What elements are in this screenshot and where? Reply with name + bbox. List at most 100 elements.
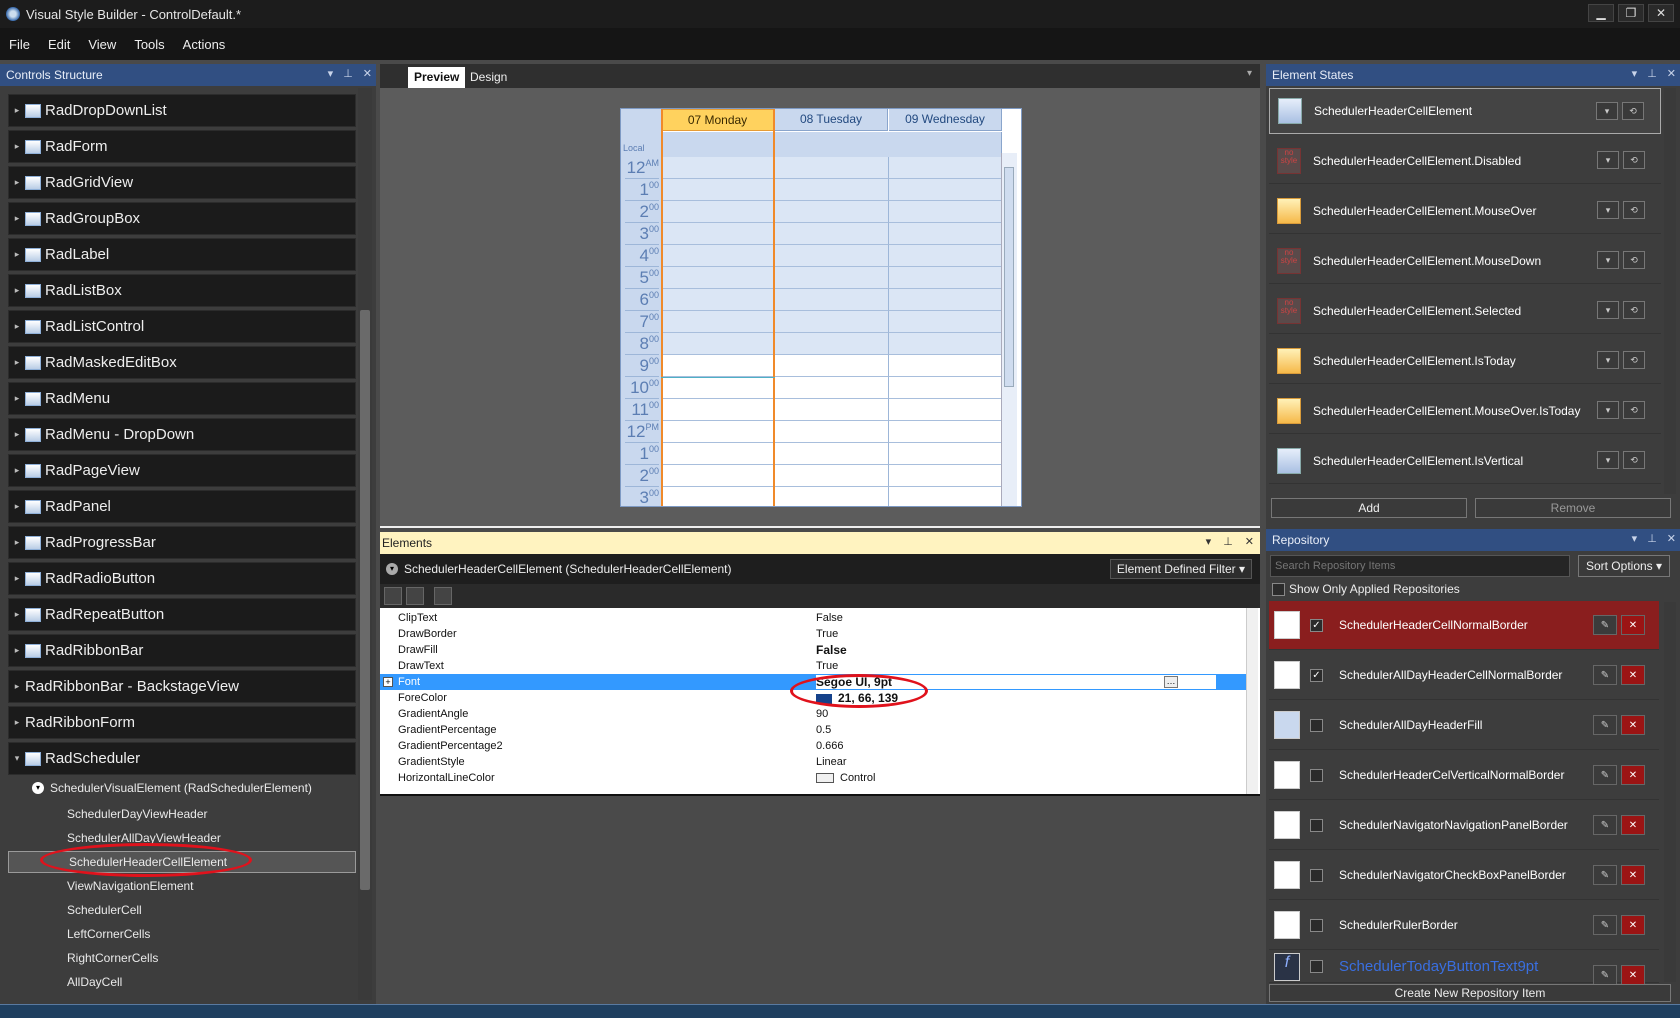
time-slot-cell[interactable]: [889, 355, 1003, 377]
tab-preview[interactable]: Preview: [408, 67, 466, 88]
repository-item[interactable]: SchedulerNavigatorNavigationPanelBorder ✎…: [1269, 801, 1659, 850]
delete-button[interactable]: ✕: [1621, 615, 1645, 635]
expand-icon[interactable]: ▸: [9, 141, 25, 152]
day-header-today[interactable]: 07 Monday: [661, 109, 774, 131]
categorized-icon[interactable]: [384, 587, 402, 605]
control-item[interactable]: ▸ RadListControl: [8, 310, 356, 343]
time-slot-cell[interactable]: [775, 245, 889, 267]
time-slot-cell[interactable]: [889, 157, 1003, 179]
all-day-row[interactable]: [661, 132, 1002, 157]
repository-checkbox[interactable]: ✓: [1310, 618, 1323, 632]
control-item[interactable]: ▸ RadRibbonForm: [8, 706, 356, 739]
time-slot-cell[interactable]: [661, 355, 775, 377]
menu-edit[interactable]: Edit: [45, 35, 73, 54]
collapse-icon[interactable]: ▾: [9, 753, 25, 764]
dropdown-icon[interactable]: ▾: [1206, 535, 1212, 548]
element-state-item[interactable]: SchedulerHeaderCellElement.MouseOver ▾ ⟲: [1269, 188, 1661, 234]
time-slot-cell[interactable]: [889, 487, 1003, 506]
element-state-item[interactable]: SchedulerHeaderCellElement.MouseOver.IsT…: [1269, 388, 1661, 434]
close-button[interactable]: ✕: [1648, 4, 1674, 22]
control-item[interactable]: ▾ RadScheduler: [8, 742, 356, 775]
repository-item[interactable]: ✓ SchedulerHeaderCellNormalBorder ✎ ✕: [1269, 601, 1659, 650]
create-repository-item-button[interactable]: Create New Repository Item: [1269, 984, 1671, 1002]
state-dropdown-button[interactable]: ▾: [1596, 102, 1618, 120]
expand-icon[interactable]: ▸: [9, 249, 25, 260]
property-row[interactable]: GradientAngle 90: [380, 706, 1250, 722]
control-item[interactable]: ▸ RadRibbonBar - BackstageView: [8, 670, 356, 703]
time-slot-cell[interactable]: [661, 267, 775, 289]
element-state-item[interactable]: no style SchedulerHeaderCellElement.Mouse…: [1269, 238, 1661, 284]
expand-icon[interactable]: +: [383, 677, 393, 687]
time-slot-cell[interactable]: [889, 267, 1003, 289]
expand-icon[interactable]: ▸: [9, 429, 25, 440]
add-state-button[interactable]: Add: [1271, 498, 1467, 518]
property-pages-icon[interactable]: [434, 587, 452, 605]
element-state-item[interactable]: SchedulerHeaderCellElement.IsToday ▾ ⟲: [1269, 338, 1661, 384]
time-slot-cell[interactable]: [661, 223, 775, 245]
menu-actions[interactable]: Actions: [180, 35, 229, 54]
time-slot-cell[interactable]: [661, 333, 775, 355]
property-value[interactable]: 90: [816, 708, 828, 720]
time-slot-cell[interactable]: [889, 421, 1003, 443]
time-slot-cell[interactable]: [661, 443, 775, 465]
property-value-cell[interactable]: Linear: [816, 756, 1216, 768]
time-slot-cell[interactable]: [889, 311, 1003, 333]
control-item[interactable]: ▸ RadRadioButton: [8, 562, 356, 595]
state-reset-button[interactable]: ⟲: [1623, 301, 1645, 319]
state-dropdown-button[interactable]: ▾: [1597, 251, 1619, 269]
tree-node[interactable]: RightCornerCells: [67, 951, 158, 965]
repository-checkbox[interactable]: ✓: [1310, 668, 1323, 682]
repository-item[interactable]: SchedulerAllDayHeaderFill ✎ ✕: [1269, 701, 1659, 750]
scheduler-scrollbar[interactable]: [1001, 153, 1017, 506]
pin-icon[interactable]: ⊥: [343, 67, 353, 80]
state-reset-button[interactable]: ⟲: [1623, 151, 1645, 169]
remove-state-button[interactable]: Remove: [1475, 498, 1671, 518]
expand-icon[interactable]: ▸: [9, 501, 25, 512]
time-slot-cell[interactable]: [775, 223, 889, 245]
time-slot-cell[interactable]: [775, 355, 889, 377]
time-slot-cell[interactable]: [661, 377, 775, 399]
time-slot-cell[interactable]: [775, 157, 889, 179]
state-dropdown-button[interactable]: ▾: [1597, 401, 1619, 419]
state-reset-button[interactable]: ⟲: [1623, 451, 1645, 469]
repository-checkbox[interactable]: [1310, 960, 1323, 973]
repository-checkbox[interactable]: [1310, 718, 1323, 732]
time-slot-cell[interactable]: [661, 179, 775, 201]
property-row[interactable]: GradientStyle Linear: [380, 754, 1250, 770]
edit-icon[interactable]: ✎: [1593, 715, 1617, 735]
state-dropdown-button[interactable]: ▾: [1597, 451, 1619, 469]
expand-icon[interactable]: ▸: [9, 285, 25, 296]
expand-icon[interactable]: ▸: [9, 609, 25, 620]
property-row[interactable]: DrawText True: [380, 658, 1250, 674]
control-item[interactable]: ▸ RadRepeatButton: [8, 598, 356, 631]
edit-icon[interactable]: ✎: [1593, 665, 1617, 685]
close-icon[interactable]: ✕: [363, 67, 372, 80]
time-slot-cell[interactable]: [889, 465, 1003, 487]
time-slot-cell[interactable]: [889, 223, 1003, 245]
repository-scrollbar[interactable]: [1664, 602, 1676, 982]
close-icon[interactable]: ✕: [1667, 67, 1676, 80]
property-value[interactable]: False: [816, 612, 843, 624]
control-item[interactable]: ▸ RadRibbonBar: [8, 634, 356, 667]
expand-icon[interactable]: ▸: [9, 681, 25, 692]
menu-view[interactable]: View: [85, 35, 119, 54]
minimize-button[interactable]: ▁: [1588, 4, 1614, 22]
state-reset-button[interactable]: ⟲: [1622, 102, 1644, 120]
property-row[interactable]: GradientPercentage 0.5: [380, 722, 1250, 738]
delete-button[interactable]: ✕: [1621, 915, 1645, 935]
element-state-item[interactable]: no style SchedulerHeaderCellElement.Selec…: [1269, 288, 1661, 334]
delete-button[interactable]: ✕: [1621, 715, 1645, 735]
state-dropdown-button[interactable]: ▾: [1597, 301, 1619, 319]
show-only-applied[interactable]: Show Only Applied Repositories: [1272, 582, 1460, 596]
delete-button[interactable]: ✕: [1621, 865, 1645, 885]
sort-alpha-icon[interactable]: [406, 587, 424, 605]
close-icon[interactable]: ✕: [1245, 535, 1254, 548]
time-slot-cell[interactable]: [889, 289, 1003, 311]
time-slot-cell[interactable]: [661, 201, 775, 223]
repository-checkbox[interactable]: [1310, 918, 1323, 932]
property-row[interactable]: DrawFill False: [380, 642, 1250, 658]
control-item[interactable]: ▸ RadLabel: [8, 238, 356, 271]
repository-search-input[interactable]: [1270, 555, 1570, 577]
expand-icon[interactable]: ▸: [9, 537, 25, 548]
scheduler-preview[interactable]: Local 12AM 100 200 300 400 500 600 700 800 900 100…: [620, 108, 1022, 507]
